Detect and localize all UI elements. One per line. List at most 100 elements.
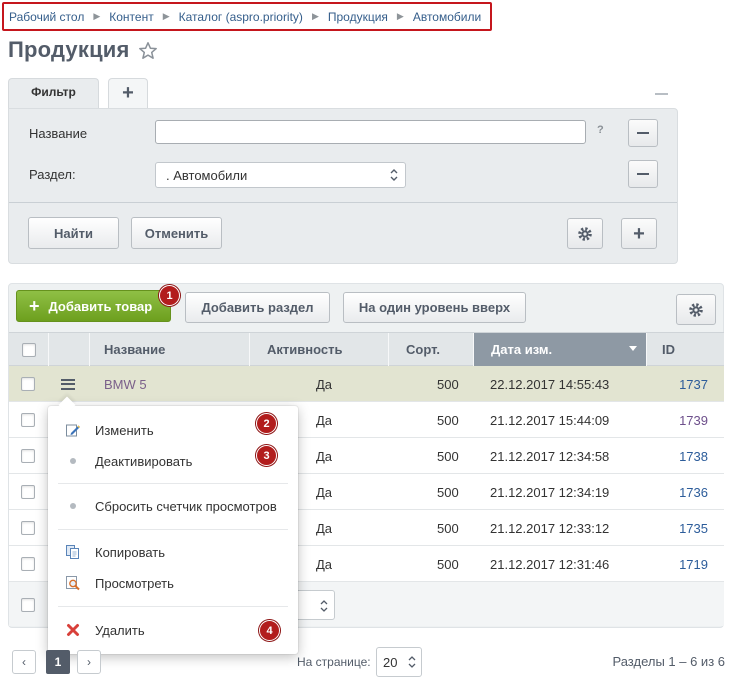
cancel-button[interactable]: Отменить <box>131 217 222 249</box>
row-date: 21.12.2017 12:31:46 <box>490 556 610 572</box>
step-badge-1: 1 <box>159 285 180 306</box>
menu-item-copy[interactable]: Копировать <box>48 538 298 566</box>
chevron-left-icon: ‹ <box>22 655 26 669</box>
breadcrumb-item-products[interactable]: Продукция <box>328 10 388 24</box>
footer-checkbox[interactable] <box>21 598 35 612</box>
breadcrumb: Рабочий стол ▶ Контент ▶ Каталог (aspro.… <box>2 2 492 31</box>
row-checkbox[interactable] <box>21 377 35 391</box>
menu-item-view[interactable]: Просмотреть <box>48 569 298 597</box>
select-arrows-icon <box>320 600 328 612</box>
chevron-right-icon: ▶ <box>311 11 319 21</box>
plus-icon: + <box>122 82 134 104</box>
add-filter-tab-button[interactable]: + <box>108 78 148 108</box>
level-up-button[interactable]: На один уровень вверх <box>343 292 526 323</box>
row-checkbox[interactable] <box>21 485 35 499</box>
name-input[interactable] <box>155 120 586 144</box>
row-active: Да <box>316 556 333 572</box>
breadcrumb-item-desktop[interactable]: Рабочий стол <box>9 10 84 24</box>
row-id[interactable]: 1735 <box>679 510 708 546</box>
row-date: 21.12.2017 12:34:19 <box>490 484 610 500</box>
select-arrows-icon <box>390 169 398 181</box>
add-filter-field-button[interactable]: + <box>621 218 657 249</box>
remove-section-field-button[interactable] <box>628 160 658 188</box>
row-date: 21.12.2017 12:33:12 <box>490 520 610 536</box>
remove-name-field-button[interactable] <box>628 119 658 147</box>
select-arrows-icon <box>408 656 416 668</box>
row-context-menu: Изменить Деактивировать Сбросить счетчик… <box>48 406 298 654</box>
header-actions <box>49 333 90 366</box>
delete-icon <box>65 622 81 638</box>
breadcrumb-item-catalog[interactable]: Каталог (aspro.priority) <box>179 10 303 24</box>
per-page-value: 20 <box>383 654 398 670</box>
preview-icon <box>65 575 81 591</box>
bullet-icon <box>65 498 81 514</box>
row-sort: 500 <box>437 412 459 428</box>
row-sort: 500 <box>437 556 459 572</box>
select-all-checkbox[interactable] <box>21 342 36 357</box>
step-badge-3: 3 <box>256 445 277 466</box>
section-select[interactable]: . Автомобили <box>155 162 406 188</box>
section-select-value: . Автомобили <box>166 167 248 183</box>
column-header-date-label: Дата изм. <box>491 342 553 357</box>
next-page-button[interactable]: › <box>77 650 101 674</box>
menu-divider <box>58 529 288 530</box>
find-button[interactable]: Найти <box>28 217 119 249</box>
column-header-name[interactable]: Название <box>90 333 250 366</box>
row-active: Да <box>316 376 333 392</box>
row-checkbox[interactable] <box>21 521 35 535</box>
gear-icon <box>689 302 703 317</box>
row-sort: 500 <box>437 376 459 392</box>
per-page-select[interactable]: 20 <box>376 647 422 677</box>
menu-item-reset-counter[interactable]: Сбросить счетчик просмотров <box>48 492 298 520</box>
row-sort: 500 <box>437 520 459 536</box>
table-row[interactable]: BMW 5 Да 500 22.12.2017 14:55:43 1737 <box>9 366 724 402</box>
row-checkbox[interactable] <box>21 449 35 463</box>
edit-icon <box>65 422 81 438</box>
minus-icon <box>637 173 649 175</box>
row-active: Да <box>316 484 333 500</box>
row-active: Да <box>316 412 333 428</box>
plus-icon: + <box>633 222 645 245</box>
row-name-link[interactable]: BMW 5 <box>104 366 147 402</box>
row-id[interactable]: 1719 <box>679 546 708 582</box>
add-product-button[interactable]: + Добавить товар <box>16 290 171 322</box>
row-checkbox[interactable] <box>21 557 35 571</box>
tab-filter[interactable]: Фильтр <box>8 78 99 111</box>
gear-icon <box>578 226 592 241</box>
chevron-right-icon: › <box>87 655 91 669</box>
menu-item-copy-label: Копировать <box>95 544 165 560</box>
step-badge-2: 2 <box>256 413 277 434</box>
column-header-active[interactable]: Активность <box>250 333 389 366</box>
column-header-sort[interactable]: Сорт. <box>389 333 474 366</box>
row-menu-icon[interactable] <box>61 378 75 390</box>
menu-divider <box>58 606 288 607</box>
column-header-date[interactable]: Дата изм. <box>474 333 647 366</box>
menu-item-reset-counter-label: Сбросить счетчик просмотров <box>95 498 277 514</box>
breadcrumb-item-cars[interactable]: Автомобили <box>413 10 481 24</box>
header-select-all[interactable] <box>9 333 49 366</box>
row-date: 21.12.2017 12:34:58 <box>490 448 610 464</box>
row-active: Да <box>316 448 333 464</box>
grid-settings-button[interactable] <box>676 294 716 325</box>
breadcrumb-item-content[interactable]: Контент <box>109 10 153 24</box>
column-header-id[interactable]: ID <box>647 333 724 366</box>
row-active: Да <box>316 520 333 536</box>
add-section-button[interactable]: Добавить раздел <box>185 292 330 323</box>
row-id[interactable]: 1737 <box>679 366 708 402</box>
menu-item-view-label: Просмотреть <box>95 575 174 591</box>
current-page[interactable]: 1 <box>46 650 70 674</box>
filter-divider <box>9 202 677 203</box>
help-icon[interactable]: ? <box>597 124 604 136</box>
row-id[interactable]: 1738 <box>679 438 708 474</box>
row-id[interactable]: 1736 <box>679 474 708 510</box>
filter-settings-button[interactable] <box>567 218 603 249</box>
row-date: 21.12.2017 15:44:09 <box>490 412 610 428</box>
sort-desc-icon <box>629 346 637 351</box>
row-checkbox[interactable] <box>21 413 35 427</box>
star-icon[interactable] <box>138 41 158 61</box>
collapse-filter-icon[interactable] <box>655 93 668 95</box>
row-id[interactable]: 1739 <box>679 402 708 438</box>
menu-item-deactivate-label: Деактивировать <box>95 453 193 469</box>
menu-divider <box>58 483 288 484</box>
prev-page-button[interactable]: ‹ <box>12 650 36 674</box>
